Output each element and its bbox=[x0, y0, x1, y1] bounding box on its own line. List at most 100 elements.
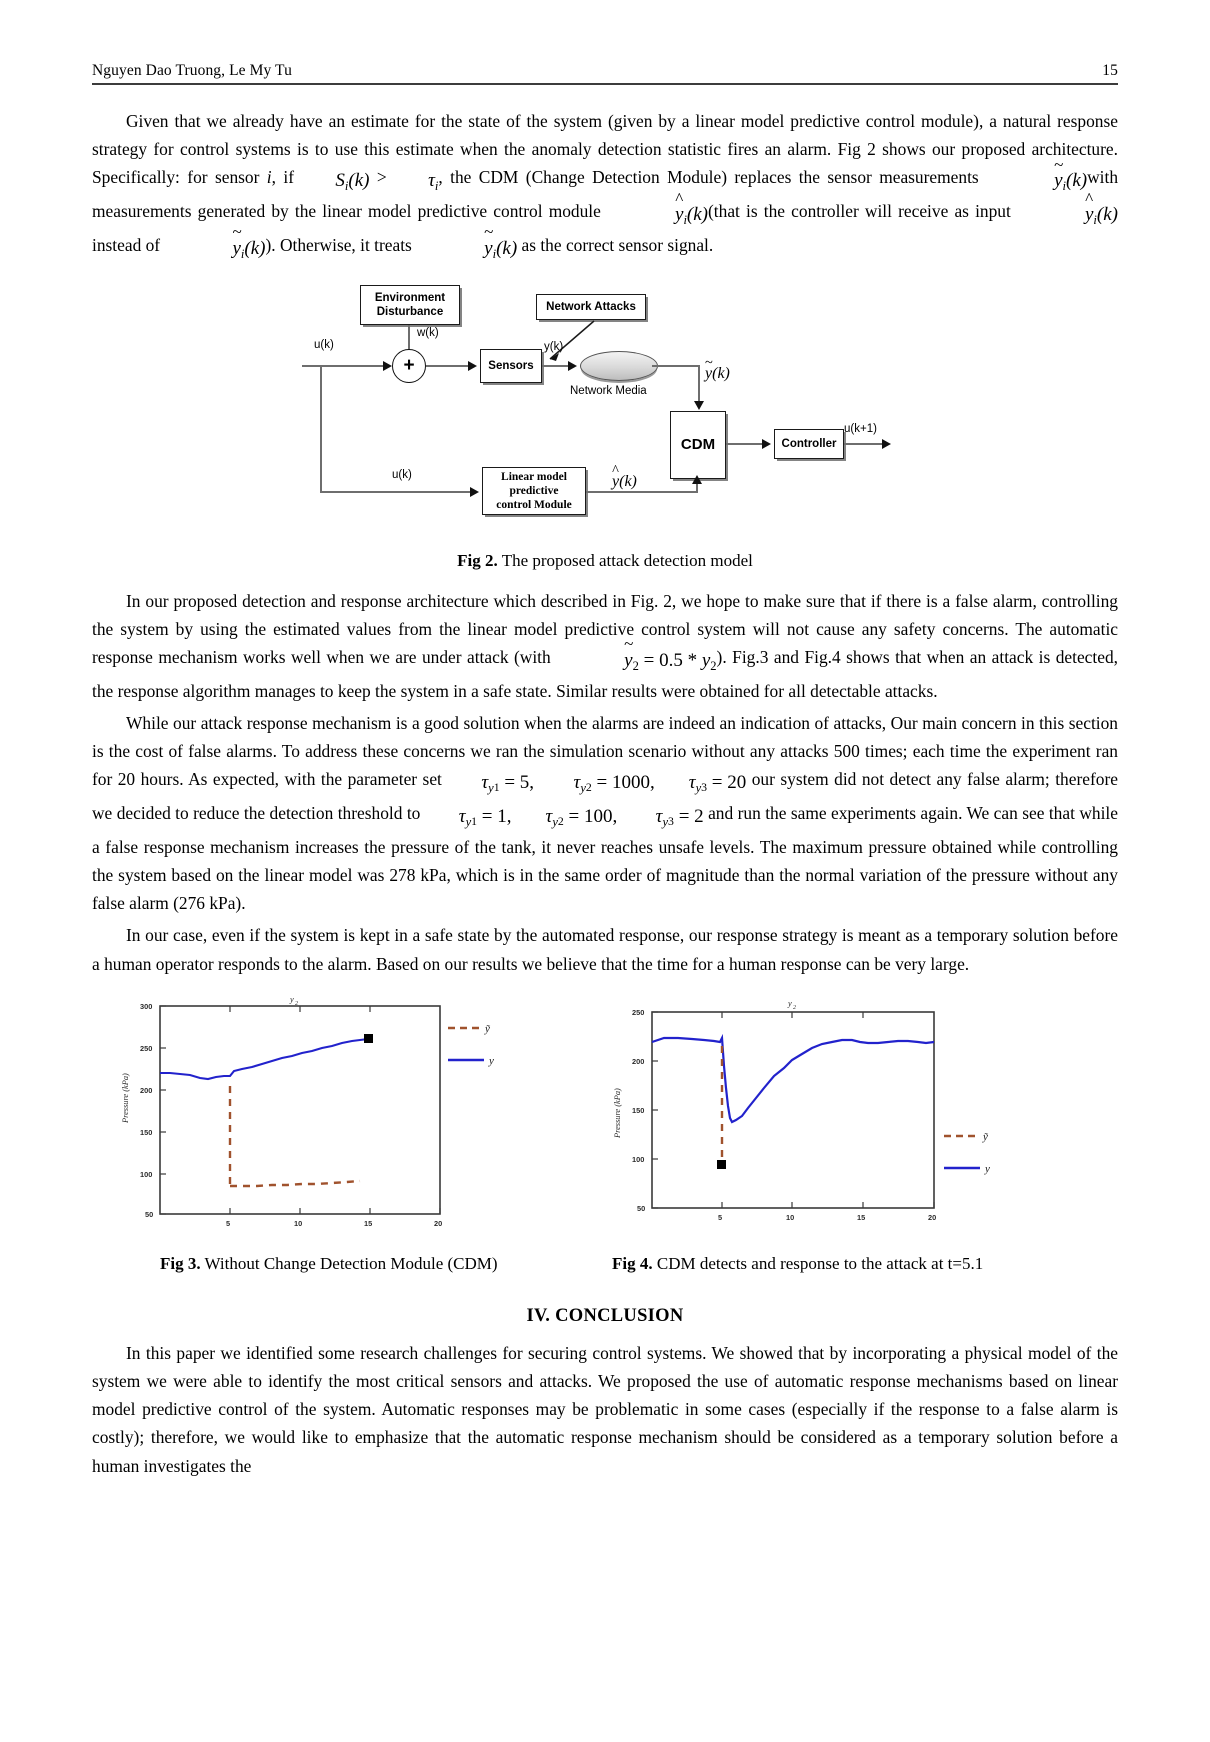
arrow-feedback-to-lmpc bbox=[470, 486, 479, 497]
svg-text:10: 10 bbox=[294, 1219, 302, 1228]
figure-4-y-axis: 250 200 150 100 50 bbox=[632, 1008, 658, 1213]
label-w-k: w(k) bbox=[417, 326, 439, 339]
box-cdm-label: CDM bbox=[680, 435, 716, 453]
box-network-attacks-label: Network Attacks bbox=[546, 300, 636, 313]
math-tau-y2-1000: τy2 = 1000, bbox=[573, 772, 655, 796]
line-feedback-down bbox=[320, 364, 323, 493]
figure-4-caption: Fig 4. CDM detects and response to the a… bbox=[612, 1254, 983, 1274]
line-u-k-input bbox=[302, 364, 385, 367]
figure-2-caption: Fig 2. The proposed attack detection mod… bbox=[92, 551, 1118, 571]
svg-text:250: 250 bbox=[632, 1008, 644, 1017]
figure-4-title: y bbox=[787, 999, 792, 1008]
math-y-tilde-2-equation: ~ y2 = 0.5 * y2 bbox=[624, 634, 717, 674]
section-title-conclusion: IV. CONCLUSION bbox=[526, 1305, 684, 1326]
arrow-controller-out bbox=[882, 438, 891, 449]
p1-text-g: ). Otherwise, it treats bbox=[265, 234, 417, 255]
figure-4-title-sub: 2 bbox=[793, 1005, 796, 1011]
paragraph-3: While our attack response mechanism is a… bbox=[92, 709, 1118, 917]
figure-3-series-y bbox=[160, 1037, 369, 1080]
svg-text:150: 150 bbox=[632, 1106, 644, 1115]
math-tau-y1-5: τy1 = 5, bbox=[481, 772, 535, 796]
figure-3-series-y-tilde-flat bbox=[230, 1179, 361, 1188]
paragraph-4: In our case, even if the system is kept … bbox=[92, 925, 1118, 974]
math-tau-y3-20: τy3 = 20 bbox=[688, 772, 747, 796]
arrow-media-into-cdm bbox=[694, 400, 704, 410]
p1-text-h: as the correct sensor signal. bbox=[517, 234, 714, 255]
figure-3-marker bbox=[364, 1033, 373, 1043]
figure-3-plot: y 2 300 250 200 150 100 50 5 10 15 20 Pr… bbox=[112, 988, 512, 1238]
label-y-hat-k: ^ y(k) bbox=[612, 462, 637, 490]
line-sum-to-sensors bbox=[426, 364, 470, 367]
figure-3-y-axis: 300 250 200 150 100 50 bbox=[140, 1002, 166, 1219]
summing-junction-label: + bbox=[403, 355, 415, 377]
header-rule bbox=[92, 83, 1118, 85]
figure-3-caption-text: Without Change Detection Module (CDM) bbox=[200, 1253, 498, 1273]
box-environment-disturbance: Environment Disturbance bbox=[360, 284, 460, 325]
paper-page: Nguyen Dao Truong, Le My Tu 15 Given tha… bbox=[0, 0, 1210, 1742]
figure-3-caption: Fig 3. Without Change Detection Module (… bbox=[160, 1254, 498, 1274]
p1-text-c: , the CDM (Change Detection Module) repl… bbox=[438, 167, 987, 188]
line-lmpc-up bbox=[696, 482, 699, 493]
box-cdm: CDM bbox=[670, 410, 726, 479]
svg-text:150: 150 bbox=[140, 1128, 152, 1137]
figure-2-diagram: Environment Disturbance w(k) Network Atta… bbox=[92, 277, 1118, 545]
p1-gt: > bbox=[369, 167, 395, 188]
svg-text:300: 300 bbox=[140, 1002, 152, 1011]
figure-3-legend-y: y bbox=[488, 1055, 494, 1067]
p1-text-e: (that is the controller will receive as … bbox=[708, 201, 1017, 222]
figure-3-x-axis: 5 10 15 20 bbox=[226, 1005, 442, 1228]
figure-4-plot: y 2 250 200 150 100 50 5 10 15 20 Pressu… bbox=[592, 988, 1012, 1238]
figure-4-legend-y-tilde: ỹ bbox=[982, 1131, 989, 1143]
figure-3-ylabel: Pressure (kPa) bbox=[121, 1073, 130, 1124]
line-feedback-to-lmpc bbox=[320, 490, 472, 493]
summing-junction: + bbox=[392, 348, 426, 383]
svg-text:20: 20 bbox=[928, 1213, 936, 1222]
label-y-tilde-k: ~ y(k) bbox=[705, 354, 730, 382]
box-controller: Controller bbox=[774, 428, 844, 459]
line-sensors-to-media bbox=[542, 364, 570, 367]
figure-4-marker bbox=[717, 1159, 726, 1169]
figure-3-caption-label: Fig 3. bbox=[160, 1253, 201, 1273]
figure-2-caption-text: The proposed attack detection model bbox=[497, 550, 753, 570]
math-tau-y2-100: τy2 = 100, bbox=[545, 806, 618, 830]
paragraph-5: In this paper we identified some researc… bbox=[92, 1342, 1118, 1476]
line-media-right bbox=[652, 364, 700, 367]
math-S-i-k: Si(k) bbox=[335, 170, 370, 194]
arrow-u-k-into-sum bbox=[383, 360, 392, 371]
paragraph-1: Given that we already have an estimate f… bbox=[92, 107, 1118, 265]
svg-text:20: 20 bbox=[434, 1219, 442, 1228]
math-y-tilde-i-k-2: ~ yi(k) bbox=[232, 222, 266, 261]
label-u-k-lower: u(k) bbox=[392, 468, 412, 481]
svg-text:10: 10 bbox=[786, 1213, 794, 1222]
p1-text-b: , if bbox=[271, 167, 302, 188]
svg-text:5: 5 bbox=[226, 1219, 230, 1228]
svg-text:200: 200 bbox=[632, 1057, 644, 1066]
figure-4-legend: ỹ y bbox=[944, 1131, 990, 1175]
box-network-attacks: Network Attacks bbox=[536, 293, 646, 320]
figure-captions-row: Fig 3. Without Change Detection Module (… bbox=[92, 1254, 1118, 1284]
math-y-hat-i-k-2: ^ yi(k) bbox=[1084, 188, 1118, 228]
box-controller-label: Controller bbox=[781, 437, 837, 450]
header-page-number: 15 bbox=[1102, 62, 1118, 79]
figure-4-ylabel: Pressure (kPa) bbox=[613, 1088, 622, 1139]
math-tau-i: τi bbox=[428, 170, 439, 194]
header-authors: Nguyen Dao Truong, Le My Tu bbox=[92, 62, 292, 79]
figure-4-series-y bbox=[651, 1033, 935, 1124]
math-tau-y1-1: τy1 = 1, bbox=[458, 806, 512, 830]
math-tau-y3-2: τy3 = 2 bbox=[655, 806, 704, 830]
paragraph-2: In our proposed detection and response a… bbox=[92, 587, 1118, 705]
line-media-down bbox=[698, 364, 701, 403]
box-environment-disturbance-label: Environment Disturbance bbox=[374, 291, 446, 318]
page-content: Nguyen Dao Truong, Le My Tu 15 Given tha… bbox=[92, 62, 1118, 1484]
math-y-hat-i-k-1: ^ yi(k) bbox=[675, 188, 709, 228]
figure-4-legend-y: y bbox=[984, 1163, 990, 1175]
label-y-k: y(k) bbox=[544, 340, 564, 353]
arrow-cdm-to-controller bbox=[762, 438, 771, 449]
figure-3-legend-y-tilde: ỹ bbox=[484, 1023, 491, 1035]
line-lmpc-right bbox=[586, 490, 698, 493]
p1-text-f: instead of bbox=[92, 234, 165, 255]
running-head: Nguyen Dao Truong, Le My Tu 15 bbox=[92, 62, 1118, 80]
label-u-k-input: u(k) bbox=[314, 338, 334, 351]
svg-text:15: 15 bbox=[364, 1219, 372, 1228]
svg-text:100: 100 bbox=[140, 1170, 152, 1179]
